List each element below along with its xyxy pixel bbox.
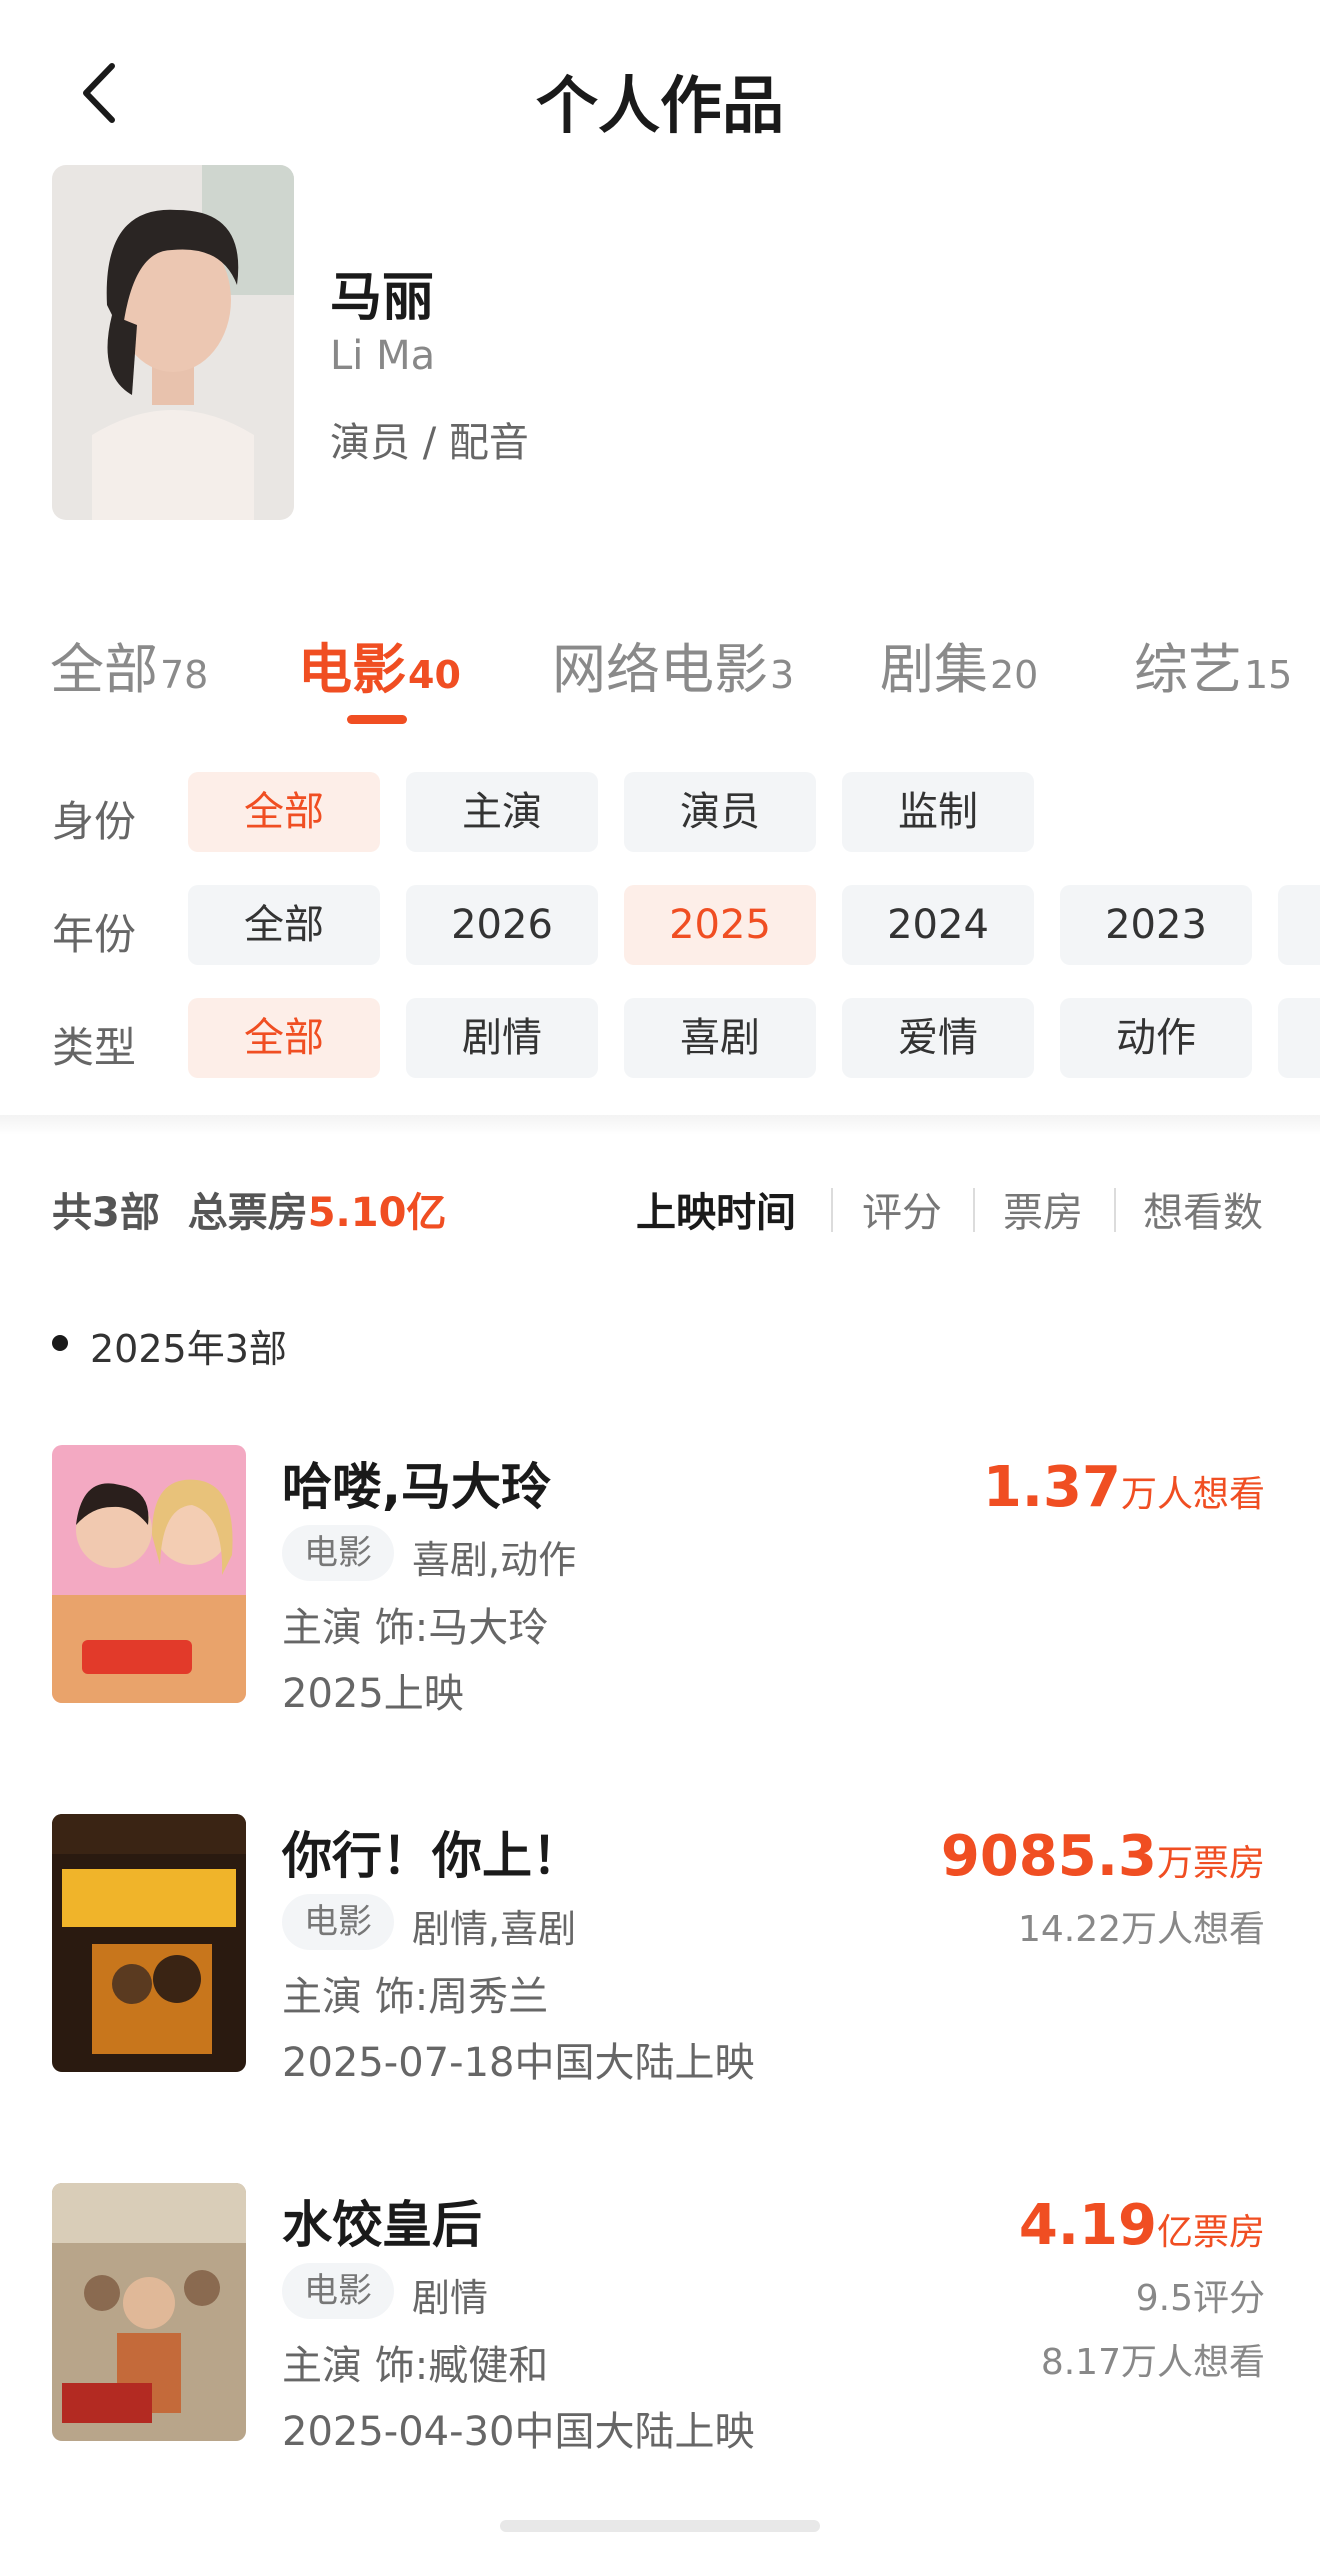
movie-primary-stat: 4.19亿票房: [1019, 2193, 1265, 2258]
chip-genre-action[interactable]: 动作: [1060, 998, 1252, 1078]
sort-want-count[interactable]: 想看数: [1143, 1180, 1263, 1238]
tab-label: 综艺: [1134, 638, 1242, 701]
tab-variety[interactable]: 综艺15: [1134, 625, 1292, 704]
tab-count: 3: [770, 653, 795, 697]
movie-item[interactable]: 哈喽,马大玲 电影 喜剧,动作 主演 饰:马大玲 2025上映 1.37万人想看: [0, 1445, 1320, 1717]
tab-series[interactable]: 剧集20: [880, 625, 1038, 704]
person-english-name: Li Ma: [330, 333, 436, 379]
person-name: 马丽: [330, 268, 435, 328]
chip-genre-comedy[interactable]: 喜剧: [624, 998, 816, 1078]
total-count: 共3部: [52, 1190, 160, 1236]
sort-rating[interactable]: 评分: [862, 1180, 942, 1238]
chip-identity-producer[interactable]: 监制: [842, 772, 1034, 852]
movie-type-tag: 电影: [282, 2263, 394, 2319]
movie-item[interactable]: 水饺皇后 电影 剧情 主演 饰:臧健和 2025-04-30中国大陆上映 4.1…: [0, 2183, 1320, 2455]
filter-label: 类型: [52, 1023, 137, 1072]
movie-title: 你行！你上！: [282, 1827, 582, 1885]
sort-box-office[interactable]: 票房: [1003, 1180, 1083, 1238]
movie-release: 2025上映: [282, 1671, 464, 1717]
tab-all[interactable]: 全部78: [50, 625, 208, 704]
home-indicator: [500, 2520, 820, 2532]
tab-label: 网络电影: [552, 638, 768, 701]
chip-genre-more[interactable]: [1278, 998, 1320, 1078]
movie-primary-stat: 9085.3万票房: [941, 1824, 1265, 1889]
chip-year-2024[interactable]: 2024: [842, 885, 1034, 965]
divider: [0, 1115, 1320, 1135]
filter-label: 身份: [52, 797, 137, 846]
stat-number: 9085.3: [940, 1824, 1157, 1889]
summary-bar: 共3部 总票房5.10亿 上映时间 评分 票房 想看数: [0, 1170, 1320, 1240]
tab-count: 40: [408, 653, 461, 697]
tab-movie[interactable]: 电影40: [298, 625, 461, 704]
tab-web-movie[interactable]: 网络电影3: [552, 625, 794, 704]
chip-genre-drama[interactable]: 剧情: [406, 998, 598, 1078]
movie-item[interactable]: 你行！你上！ 电影 剧情,喜剧 主演 饰:周秀兰 2025-07-18中国大陆上…: [0, 1814, 1320, 2086]
category-tabs: 全部78 电影40 网络电影3 剧集20 综艺15: [0, 605, 1320, 735]
tab-count: 15: [1244, 653, 1293, 697]
stat-unit: 万人想看: [1120, 1474, 1265, 1515]
divider: [973, 1188, 975, 1232]
filter-label: 年份: [52, 910, 137, 959]
avatar[interactable]: [52, 165, 294, 520]
chip-year-2026[interactable]: 2026: [406, 885, 598, 965]
divider: [1114, 1188, 1116, 1232]
nav-bar: 个人作品: [0, 0, 1320, 190]
movie-role: 主演 饰:臧健和: [282, 2343, 549, 2389]
movie-role: 主演 饰:马大玲: [282, 1605, 549, 1651]
tab-label: 全部: [50, 638, 158, 701]
divider: [831, 1188, 833, 1232]
tab-count: 78: [160, 653, 209, 697]
chip-identity-all[interactable]: 全部: [188, 772, 380, 852]
chip-year-2025[interactable]: 2025: [624, 885, 816, 965]
stat-unit: 亿票房: [1156, 2212, 1265, 2253]
stat-number: 1.37: [982, 1455, 1121, 1520]
chip-year-2023[interactable]: 2023: [1060, 885, 1252, 965]
person-roles: 演员 / 配音: [330, 420, 529, 466]
movie-secondary-stat: 14.22万人想看: [1017, 1909, 1265, 1950]
movie-release: 2025-04-30中国大陆上映: [282, 2409, 755, 2455]
tab-count: 20: [990, 653, 1039, 697]
movie-secondary-stat: 8.17万人想看: [1040, 2342, 1265, 2383]
movie-primary-stat: 1.37万人想看: [983, 1455, 1265, 1520]
chip-identity-lead[interactable]: 主演: [406, 772, 598, 852]
year-group-label: 2025年3部: [90, 1327, 287, 1371]
filter-row-genre: 类型 全部 剧情 喜剧 爱情 动作: [0, 998, 1320, 1078]
filter-panel: 身份 全部 主演 演员 监制 年份 全部 2026 2025 2024 2023…: [0, 745, 1320, 1125]
chip-identity-actor[interactable]: 演员: [624, 772, 816, 852]
movie-rating: 9.5评分: [1135, 2278, 1265, 2319]
filter-row-year: 年份 全部 2026 2025 2024 2023: [0, 885, 1320, 965]
movie-title: 水饺皇后: [282, 2196, 482, 2254]
movie-genre: 喜剧,动作: [412, 1538, 577, 1582]
page-title: 个人作品: [535, 69, 784, 142]
movie-release: 2025-07-18中国大陆上映: [282, 2040, 755, 2086]
stat-number: 4.19: [1018, 2193, 1157, 2258]
chip-year-more[interactable]: [1278, 885, 1320, 965]
movie-poster[interactable]: [52, 1445, 246, 1703]
box-office-label: 总票房: [187, 1190, 308, 1236]
movie-genre: 剧情,喜剧: [412, 1907, 577, 1951]
chip-genre-romance[interactable]: 爱情: [842, 998, 1034, 1078]
movie-genre: 剧情: [412, 2276, 489, 2320]
movie-poster[interactable]: [52, 1814, 246, 2072]
movie-type-tag: 电影: [282, 1894, 394, 1950]
sort-release-time[interactable]: 上映时间: [636, 1180, 796, 1238]
movie-role: 主演 饰:周秀兰: [282, 1974, 549, 2020]
movie-poster[interactable]: [52, 2183, 246, 2441]
filter-row-identity: 身份 全部 主演 演员 监制: [0, 772, 1320, 852]
profile-card: 马丽 Li Ma 演员 / 配音: [52, 165, 1272, 525]
tab-indicator: [347, 715, 407, 724]
bullet-dot: [52, 1335, 68, 1351]
tab-label: 剧集: [880, 638, 988, 701]
chip-year-all[interactable]: 全部: [188, 885, 380, 965]
chip-genre-all[interactable]: 全部: [188, 998, 380, 1078]
movie-type-tag: 电影: [282, 1525, 394, 1581]
stat-unit: 万票房: [1156, 1843, 1265, 1884]
summary-text: 共3部 总票房5.10亿: [52, 1180, 446, 1238]
movie-title: 哈喽,马大玲: [282, 1458, 551, 1516]
tab-label: 电影: [298, 638, 406, 701]
box-office-value: 5.10亿: [307, 1190, 447, 1236]
